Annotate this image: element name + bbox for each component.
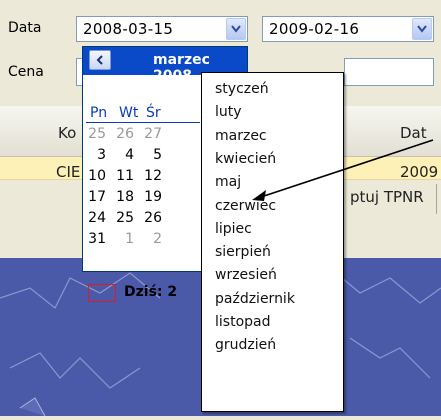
calendar-day[interactable]: 25 [86, 126, 106, 142]
calendar-day[interactable]: 4 [114, 147, 134, 163]
toolbar-divider [436, 184, 437, 214]
grid-cell-date: 2009 [400, 163, 439, 181]
calendar-day[interactable]: 17 [86, 189, 106, 205]
date-to-value: 2009-02-16 [269, 20, 360, 38]
chevron-down-icon [231, 25, 241, 33]
calendar-day[interactable]: 26 [142, 210, 162, 226]
date-from-value: 2008-03-15 [83, 20, 174, 38]
month-menu-item[interactable]: kwiecień [215, 151, 335, 172]
calendar-day[interactable]: 31 [86, 231, 106, 247]
date-from-combo[interactable]: 2008-03-15 [76, 16, 248, 42]
calendar-day[interactable]: 1 [114, 231, 134, 247]
chevron-down-icon [417, 25, 427, 33]
month-menu-item[interactable]: grudzień [215, 337, 335, 358]
grid-col-date[interactable]: Dat [400, 124, 427, 142]
calendar-day[interactable]: 12 [142, 168, 162, 184]
month-menu-item[interactable]: sierpień [215, 244, 335, 265]
toolbar-text[interactable]: ptuj TPNR [350, 188, 424, 206]
weekday-mon: Pn [90, 105, 108, 121]
month-menu-item[interactable]: październik [215, 291, 335, 312]
month-menu-item[interactable]: wrzesień [215, 267, 335, 288]
month-menu-item[interactable]: listopad [215, 314, 335, 335]
month-menu-item[interactable]: lipiec [215, 221, 335, 242]
calendar-day[interactable]: 3 [86, 147, 106, 163]
calendar-day[interactable]: 5 [142, 147, 162, 163]
calendar-day[interactable]: 26 [114, 126, 134, 142]
weekday-wed: Śr [146, 105, 161, 121]
grid-col-code[interactable]: Ko [58, 124, 76, 142]
calendar-day[interactable]: 19 [142, 189, 162, 205]
weekday-underline [86, 122, 200, 123]
month-menu-item[interactable]: maj [215, 174, 335, 195]
calendar-day[interactable]: 2 [142, 231, 162, 247]
month-menu-item[interactable]: luty [215, 104, 335, 125]
price-label: Cena [8, 64, 44, 80]
chevron-left-icon [96, 55, 103, 65]
price-to-input[interactable] [344, 58, 434, 86]
month-menu: styczeń luty marzec kwiecień maj czerwiec lipi… [201, 72, 344, 412]
month-menu-item[interactable]: marzec [215, 128, 335, 149]
date-label: Data [8, 20, 42, 36]
today-marker [88, 284, 116, 302]
weekday-tue: Wt [119, 105, 139, 121]
calendar-day[interactable]: 11 [114, 168, 134, 184]
calendar-day[interactable]: 18 [114, 189, 134, 205]
today-label[interactable]: Dziś: 2 [124, 284, 177, 300]
month-menu-item[interactable]: styczeń [215, 81, 335, 102]
date-to-combo[interactable]: 2009-02-16 [262, 16, 434, 42]
calendar-day[interactable]: 10 [86, 168, 106, 184]
date-from-dropdown-button[interactable] [226, 18, 246, 40]
month-menu-item[interactable]: czerwiec [215, 198, 335, 219]
calendar-day[interactable]: 25 [114, 210, 134, 226]
calendar-header: marzec 2008 [83, 47, 247, 84]
calendar-day[interactable]: 27 [142, 126, 162, 142]
calendar-prev-button[interactable] [89, 50, 111, 70]
date-to-dropdown-button[interactable] [412, 18, 432, 40]
calendar-day[interactable]: 24 [86, 210, 106, 226]
grid-cell-code: CIE [56, 163, 81, 181]
